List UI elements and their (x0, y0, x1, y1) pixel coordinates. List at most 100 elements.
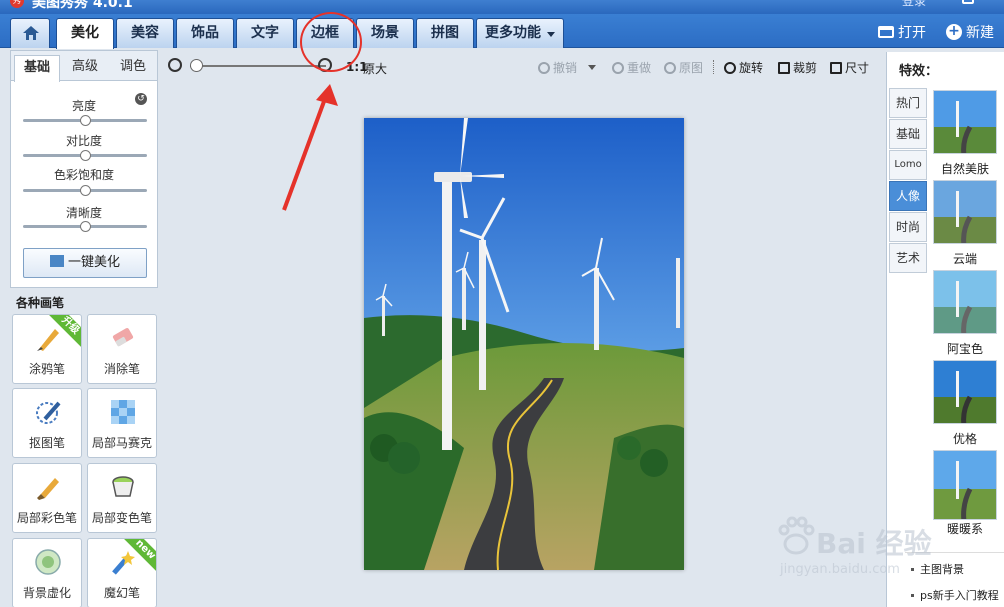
more-features-dropdown[interactable]: 更多功能 (476, 18, 564, 48)
effect-cat-art[interactable]: 艺术 (889, 243, 927, 273)
tab-beautify[interactable]: 美化 (56, 18, 114, 49)
effect-cat-hot[interactable]: 热门 (889, 88, 927, 118)
saturation-knob[interactable] (80, 185, 91, 196)
brush-label: 局部彩色笔 (16, 511, 77, 525)
effect-thumb[interactable] (933, 90, 997, 154)
redo-icon (612, 61, 624, 74)
brush-mosaic[interactable]: 局部马赛克 (87, 388, 157, 458)
effect-label: 云端 (952, 252, 977, 266)
message-icon[interactable] (962, 0, 974, 4)
tab-advanced[interactable]: 高级 (62, 55, 108, 81)
tab-collage[interactable]: 拼图 (416, 18, 474, 48)
effect-thumb[interactable] (933, 270, 997, 334)
effect-label: 自然美肤 (940, 162, 989, 176)
actual-size-label[interactable]: 原大 (363, 60, 387, 77)
circle-icon (664, 61, 676, 74)
brightness-slider[interactable] (23, 115, 147, 126)
original-label: 原图 (679, 61, 704, 75)
login-link[interactable]: 登录 (902, 0, 926, 9)
effect-thumb[interactable] (933, 180, 997, 244)
brush-eraser[interactable]: 消除笔 (87, 314, 157, 384)
brightness-knob[interactable] (80, 115, 91, 126)
redo-label: 重做 (627, 61, 652, 75)
adjust-tabs: 基础 高级 调色 (11, 51, 157, 82)
zoom-slider[interactable] (190, 65, 326, 67)
zoom-out-icon[interactable] (168, 58, 182, 72)
paw-icon (778, 516, 815, 555)
cutout-pen-icon (36, 401, 61, 424)
tab-basic[interactable]: 基础 (14, 55, 60, 82)
effect-cat-basic[interactable]: 基础 (889, 119, 927, 149)
brush-cutout[interactable]: 抠图笔 (12, 388, 82, 458)
brush-label: 魔幻笔 (103, 586, 140, 600)
landscape-photo (364, 118, 684, 570)
rotate-icon (724, 61, 736, 74)
baidu-watermark: Bai 经验 jingyan.baidu.com (772, 496, 962, 586)
brush-local-color[interactable]: 局部彩色笔 (12, 463, 82, 533)
tab-accessories[interactable]: 饰品 (176, 18, 234, 48)
brush-label: 局部变色笔 (91, 511, 152, 525)
folder-icon (878, 26, 894, 38)
color-brush-icon (37, 478, 59, 500)
resize-button[interactable]: 尺寸 (830, 59, 869, 76)
saturation-slider[interactable] (23, 185, 147, 196)
effect-cat-portrait[interactable]: 人像 (889, 181, 927, 211)
thumbnail-image (934, 271, 996, 333)
link-item[interactable]: ps新手入门教程 (911, 587, 999, 603)
undo-label: 撤销 (553, 61, 578, 75)
brush-bg-blur[interactable]: 背景虚化 (12, 538, 82, 607)
home-button[interactable] (10, 18, 50, 48)
one-key-beautify-button[interactable]: 一键美化 (23, 248, 147, 278)
brush-label: 局部马赛克 (91, 436, 152, 450)
brush-recolor[interactable]: 局部变色笔 (87, 463, 157, 533)
sharpness-slider[interactable] (23, 221, 147, 232)
brush-label: 涂鸦笔 (28, 362, 65, 376)
brush-label: 背景虚化 (22, 586, 71, 600)
contrast-label: 对比度 (65, 134, 102, 148)
adjust-panel: 基础 高级 调色 ↺ 亮度 对比度 色彩饱和度 清晰度 一键美化 (10, 50, 158, 288)
brightness-label: 亮度 (71, 99, 96, 113)
redo-button[interactable]: 重做 (612, 59, 651, 76)
tab-color[interactable]: 调色 (110, 55, 156, 81)
tab-face[interactable]: 美容 (116, 18, 174, 48)
rotate-button[interactable]: 旋转 (724, 59, 763, 76)
open-button[interactable]: 打开 (878, 22, 926, 42)
open-label: 打开 (898, 25, 926, 41)
pencil-brush-icon (37, 329, 59, 351)
effect-label: 优格 (952, 432, 977, 446)
effect-thumb[interactable] (933, 360, 997, 424)
home-icon (23, 26, 39, 40)
undo-button[interactable]: 撤销 (538, 59, 577, 76)
edited-photo[interactable] (364, 118, 684, 570)
effect-cat-lomo[interactable]: Lomo (889, 150, 927, 180)
saturation-label: 色彩饱和度 (53, 168, 114, 182)
thumbnail-image (934, 91, 996, 153)
plus-icon: + (946, 24, 962, 40)
title-bar: 秀 美图秀秀 4.0.1 登录 (0, 0, 1004, 14)
rotate-label: 旋转 (739, 61, 764, 75)
new-button[interactable]: + 新建 (946, 22, 994, 42)
tab-scene[interactable]: 场景 (356, 18, 414, 48)
sharpness-knob[interactable] (80, 221, 91, 232)
tab-text[interactable]: 文字 (236, 18, 294, 48)
minimize-icon[interactable] (986, 0, 1000, 6)
zoom-knob[interactable] (190, 59, 203, 72)
contrast-knob[interactable] (80, 150, 91, 161)
brush-doodle[interactable]: 升级 涂鸦笔 (12, 314, 82, 384)
crop-button[interactable]: 裁剪 (778, 59, 817, 76)
original-button[interactable]: 原图 (664, 59, 703, 76)
effect-label: 阿宝色 (946, 342, 983, 356)
crop-label: 裁剪 (793, 61, 818, 75)
eraser-icon (112, 328, 134, 347)
effect-cat-fashion[interactable]: 时尚 (889, 212, 927, 242)
chevron-down-icon[interactable] (588, 65, 596, 70)
effects-title: 特效： (899, 64, 939, 79)
brushes-header: 各种画笔 (16, 296, 65, 310)
watermark-url: jingyan.baidu.com (780, 562, 900, 577)
toolbar-divider (713, 60, 714, 74)
chevron-down-icon (547, 32, 555, 37)
recolor-bucket-icon (112, 476, 134, 497)
brush-magic[interactable]: new 魔幻笔 (87, 538, 157, 607)
contrast-slider[interactable] (23, 150, 147, 161)
magic-wand-icon (112, 551, 135, 575)
